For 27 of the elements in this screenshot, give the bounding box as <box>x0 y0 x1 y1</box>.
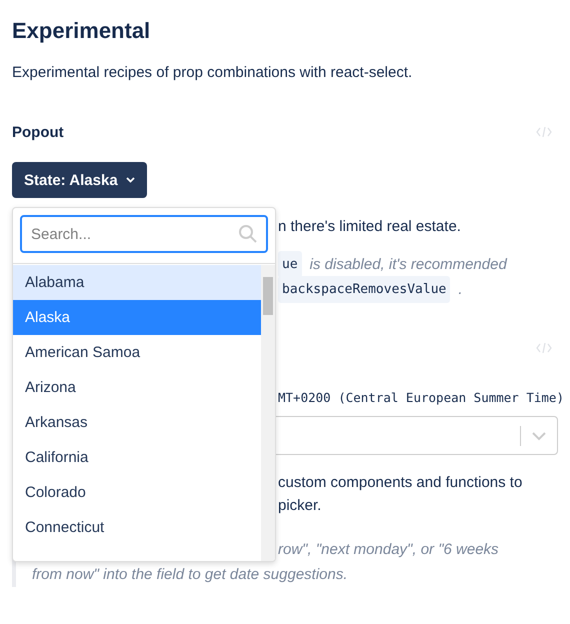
code-snippet: ue <box>278 251 302 278</box>
description-text: n there's limited real estate. <box>278 217 462 237</box>
page-title: Experimental <box>12 17 152 45</box>
code-snippet: backspaceRemovesValue <box>278 276 450 303</box>
dropdown-option[interactable]: Connecticut <box>13 510 261 545</box>
code-icon[interactable] <box>536 127 552 137</box>
search-icon <box>238 224 258 244</box>
state-dropdown-button[interactable]: State: Alaska <box>12 162 147 198</box>
description-text: custom components and functions to picker. <box>278 473 524 516</box>
search-field[interactable]: Search... <box>20 215 268 253</box>
code-icon[interactable] <box>536 343 552 353</box>
dropdown-option[interactable]: Arizona <box>13 370 261 405</box>
intro-text: Experimental recipes of prop combinations with react-select. <box>12 63 414 83</box>
note-text: is disabled, it's recommended <box>310 255 507 275</box>
dropdown-option[interactable]: Alabama <box>13 265 261 300</box>
section-heading: Popout <box>12 124 64 140</box>
scrollbar[interactable] <box>261 265 275 561</box>
dropdown-option[interactable]: Colorado <box>13 475 261 510</box>
dropdown-option[interactable]: Arkansas <box>13 405 261 440</box>
dropdown-option[interactable]: American Samoa <box>13 335 261 370</box>
note-text: from now" into the field to get date suggestions. <box>32 565 348 585</box>
dropdown-option[interactable]: California <box>13 440 261 475</box>
dropdown-option[interactable]: Alaska <box>13 300 261 335</box>
note-text: row", "next monday", or "6 weeks <box>278 540 499 560</box>
date-value-text: MT+0200 (Central European Summer Time) <box>278 390 564 405</box>
caret-icon <box>126 177 135 183</box>
note-text: . <box>458 280 463 300</box>
